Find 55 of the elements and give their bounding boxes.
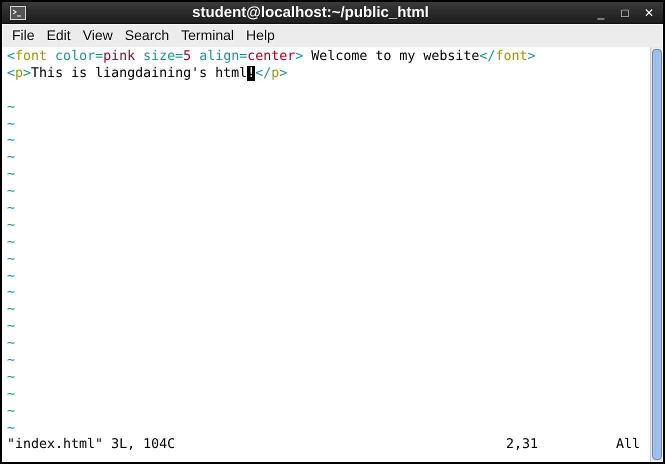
empty-line-marker: ~ bbox=[7, 268, 16, 284]
empty-line-marker: ~ bbox=[7, 285, 16, 300]
empty-line-marker: ~ bbox=[7, 167, 16, 182]
empty-line-marker: ~ bbox=[7, 319, 16, 334]
empty-line-marker: ~ bbox=[7, 184, 16, 200]
cursor-position: 2,31 bbox=[506, 437, 540, 454]
empty-line-marker: ~ bbox=[7, 404, 16, 419]
menu-item[interactable]: Help bbox=[240, 25, 281, 46]
code-text: > bbox=[527, 49, 536, 64]
minimize-button[interactable]: _ bbox=[595, 4, 607, 22]
empty-line-marker: ~ bbox=[7, 234, 16, 250]
code-text: Welcome to my website bbox=[310, 49, 480, 64]
empty-line-marker: ~ bbox=[7, 201, 16, 216]
empty-line-marker: ~ bbox=[7, 150, 16, 166]
code-text: </ bbox=[255, 66, 272, 81]
empty-line-marker: ~ bbox=[7, 336, 16, 352]
code-text: color= bbox=[54, 49, 104, 64]
cursor: ! bbox=[247, 66, 256, 81]
code-text: align= bbox=[198, 49, 248, 64]
terminal-icon bbox=[10, 6, 26, 20]
empty-line-marker: ~ bbox=[7, 386, 16, 402]
empty-line-marker: ~ bbox=[7, 302, 16, 318]
close-button[interactable]: ✕ bbox=[643, 4, 655, 22]
code-text: font bbox=[15, 49, 48, 64]
code-text: < bbox=[7, 49, 16, 64]
empty-line-marker: ~ bbox=[7, 420, 16, 436]
code-text: 5 bbox=[183, 49, 192, 64]
status-file-info: "index.html" 3L, 104C bbox=[7, 437, 176, 454]
code-text: > bbox=[295, 49, 304, 64]
code-text: p bbox=[15, 66, 24, 81]
code-text: font bbox=[495, 49, 528, 64]
empty-line-marker: ~ bbox=[7, 116, 16, 132]
code-text: < bbox=[7, 66, 16, 81]
empty-line-marker: ~ bbox=[7, 252, 16, 267]
menu-item[interactable]: Search bbox=[118, 25, 176, 46]
code-text: center bbox=[247, 49, 296, 64]
code-text: size= bbox=[142, 49, 184, 64]
empty-line-marker: ~ bbox=[7, 370, 16, 385]
maximize-button[interactable]: □ bbox=[619, 4, 631, 22]
code-text: pink bbox=[103, 49, 136, 64]
menu-item[interactable]: Edit bbox=[40, 25, 77, 46]
scroll-position: All bbox=[616, 437, 642, 454]
menu-item[interactable]: Terminal bbox=[175, 25, 240, 46]
code-text: p bbox=[271, 66, 280, 81]
code-text: > bbox=[279, 66, 288, 81]
window-title: student@localhost:~/public_html bbox=[191, 2, 430, 23]
empty-line-marker: ~ bbox=[7, 133, 16, 148]
empty-line-marker: ~ bbox=[7, 100, 16, 115]
menu-item[interactable]: File bbox=[6, 25, 41, 46]
menu-item[interactable]: View bbox=[76, 25, 119, 46]
code-text: This is liangdaining's html bbox=[31, 66, 248, 81]
code-text: > bbox=[23, 66, 32, 81]
empty-line-marker: ~ bbox=[7, 218, 16, 233]
code-text: </ bbox=[479, 49, 496, 64]
empty-line-marker: ~ bbox=[7, 353, 16, 368]
